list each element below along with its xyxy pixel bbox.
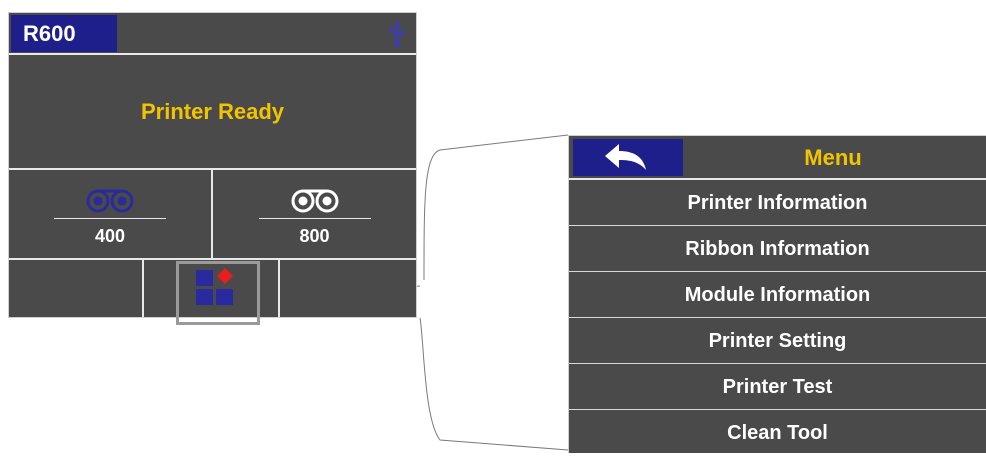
ribbon-divider xyxy=(54,218,166,219)
ribbon-divider xyxy=(258,218,371,219)
printer-status: Printer Ready xyxy=(9,55,416,170)
usb-icon xyxy=(389,21,405,47)
title-bar: R600 xyxy=(9,13,416,55)
ribbon-reel-icon xyxy=(291,189,338,213)
ribbon-panel: 400 800 xyxy=(9,170,416,260)
menu-title: Menu xyxy=(804,145,862,170)
ribbon-counter-1[interactable]: 400 xyxy=(9,170,213,258)
menu-header: Menu xyxy=(569,136,986,180)
ribbon-count-value: 400 xyxy=(94,226,126,246)
bottom-left-slot[interactable] xyxy=(9,260,144,317)
menu-item-printer-test[interactable]: Printer Test xyxy=(569,364,986,410)
menu-grid-icon[interactable] xyxy=(196,268,236,308)
back-arrow-icon xyxy=(605,144,646,170)
bottom-right-slot[interactable] xyxy=(280,260,416,317)
menu-item-ribbon-information[interactable]: Ribbon Information xyxy=(569,226,986,272)
menu-item-module-information[interactable]: Module Information xyxy=(569,272,986,318)
menu-item-clean-tool[interactable]: Clean Tool xyxy=(569,410,986,456)
ribbon-counter-2[interactable]: 800 xyxy=(213,170,416,258)
menu-item-printer-setting[interactable]: Printer Setting xyxy=(569,318,986,364)
menu-screen: Menu Printer Information Ribbon Informat… xyxy=(568,135,986,453)
menu-item-printer-information[interactable]: Printer Information xyxy=(569,180,986,226)
model-label: R600 xyxy=(11,15,117,52)
back-button[interactable] xyxy=(573,139,683,176)
ribbon-reel-icon xyxy=(86,189,134,213)
ribbon-count-value: 800 xyxy=(299,226,330,246)
